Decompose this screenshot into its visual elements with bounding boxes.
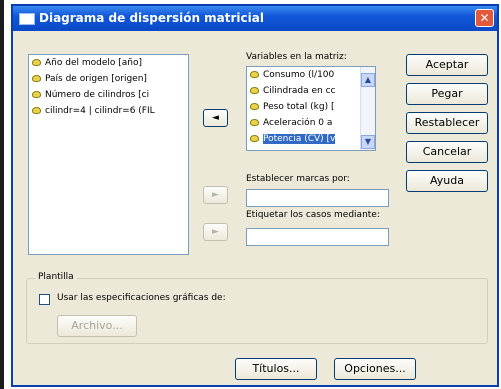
- list-item[interactable]: Peso total (kg) [: [247, 99, 375, 115]
- cancel-button[interactable]: Cancelar: [406, 141, 488, 163]
- app-icon: [19, 13, 35, 25]
- variable-label: cilindr=4 | cilindr=6 (FIL: [45, 106, 155, 116]
- scatterplot-matrix-dialog: Diagrama de dispersión matricial ✕ Año d…: [11, 4, 499, 387]
- list-item[interactable]: Número de cilindros [ci: [29, 87, 188, 103]
- ruler-variable-icon: [32, 59, 41, 66]
- use-template-label: Usar las especificaciones gráficas de:: [57, 293, 226, 303]
- ruler-variable-icon: [250, 119, 259, 126]
- use-template-checkbox[interactable]: [39, 294, 50, 305]
- list-item[interactable]: Año del modelo [año]: [29, 55, 188, 71]
- ruler-variable-icon: [250, 135, 259, 142]
- variable-label: Cilindrada en cc: [263, 86, 336, 96]
- ruler-variable-icon: [250, 103, 259, 110]
- variable-label: País de origen [origen]: [45, 74, 147, 84]
- matrix-variable-list[interactable]: Consumo (l/100 Cilindrada en cc Peso tot…: [246, 66, 376, 151]
- source-variable-list[interactable]: Año del modelo [año] País de origen [ori…: [28, 54, 189, 255]
- list-item[interactable]: Cilindrada en cc: [247, 83, 375, 99]
- markers-label: Establecer marcas por:: [246, 174, 350, 184]
- file-button[interactable]: Archivo...: [57, 315, 137, 337]
- list-item[interactable]: cilindr=4 | cilindr=6 (FIL: [29, 103, 188, 119]
- list-item[interactable]: País de origen [origen]: [29, 71, 188, 87]
- matrix-variables-label: Variables en la matriz:: [246, 52, 347, 62]
- ruler-variable-icon: [32, 107, 41, 114]
- variable-label: Consumo (l/100: [263, 70, 335, 80]
- ruler-variable-icon: [32, 75, 41, 82]
- options-button[interactable]: Opciones...: [334, 358, 416, 380]
- case-labels-field[interactable]: [246, 228, 389, 246]
- markers-field[interactable]: [246, 189, 389, 207]
- reset-button[interactable]: Restablecer: [406, 112, 488, 134]
- ruler-variable-icon: [250, 71, 259, 78]
- template-group-title: Plantilla: [35, 272, 77, 282]
- move-to-markers-button[interactable]: ►: [203, 186, 228, 204]
- window-frame-edge: [0, 0, 4, 389]
- move-to-case-labels-button[interactable]: ►: [203, 223, 228, 241]
- variable-label: Potencia (CV) [v: [263, 134, 336, 144]
- move-to-matrix-button[interactable]: ◄: [203, 109, 228, 127]
- accept-button[interactable]: Aceptar: [406, 54, 488, 76]
- list-item[interactable]: Consumo (l/100: [247, 67, 375, 83]
- list-item-selected[interactable]: Potencia (CV) [v: [247, 131, 375, 147]
- variable-label: Aceleración 0 a: [263, 118, 333, 128]
- scroll-down-icon[interactable]: ▼: [361, 135, 375, 149]
- title-bar[interactable]: Diagrama de dispersión matricial ✕: [13, 6, 497, 31]
- help-button[interactable]: Ayuda: [406, 170, 488, 192]
- list-item[interactable]: Aceleración 0 a: [247, 115, 375, 131]
- variable-label: Número de cilindros [ci: [45, 90, 150, 100]
- list-scrollbar[interactable]: ▲ ▼: [360, 67, 375, 150]
- close-button[interactable]: ✕: [475, 9, 494, 27]
- titles-button[interactable]: Títulos...: [235, 358, 317, 380]
- paste-button[interactable]: Pegar: [406, 83, 488, 105]
- window-title: Diagrama de dispersión matricial: [39, 11, 264, 25]
- variable-label: Peso total (kg) [: [263, 102, 335, 112]
- scroll-up-icon[interactable]: ▲: [361, 73, 375, 87]
- ruler-variable-icon: [250, 87, 259, 94]
- variable-label: Año del modelo [año]: [45, 58, 142, 68]
- ruler-variable-icon: [32, 91, 41, 98]
- template-group: Plantilla Usar las especificaciones gráf…: [26, 272, 488, 344]
- case-labels-label: Etiquetar los casos mediante:: [246, 210, 380, 220]
